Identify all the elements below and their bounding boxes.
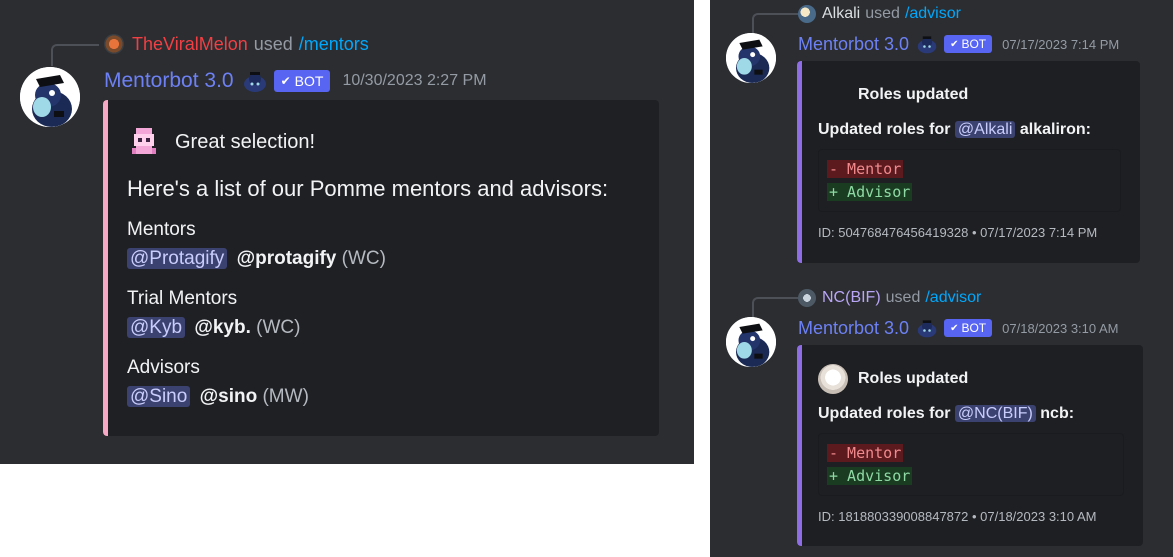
reply-username[interactable]: NC(BIF)	[822, 289, 881, 307]
embed-author: Great selection!	[128, 126, 315, 158]
desc-username: alkaliron:	[1019, 121, 1091, 138]
message-timestamp[interactable]: 10/30/2023 2:27 PM	[342, 72, 486, 90]
embed-color-bar	[797, 345, 802, 546]
bot-emoji-icon	[242, 69, 268, 93]
author-avatar-icon	[818, 364, 848, 394]
reply-used-text: used	[865, 5, 900, 22]
embed-footer: ID: 504768476456419328 • 07/17/2023 7:14…	[818, 225, 1098, 240]
bot-tag-badge: ✔ BOT	[273, 70, 331, 92]
diff-removed-line: - Mentor	[827, 160, 904, 178]
section-row-trial-mentors: @Kyb @kyb. (WC)	[127, 317, 300, 339]
bot-name[interactable]: Mentorbot 3.0	[798, 318, 909, 339]
bot-tag-label: BOT	[294, 73, 324, 89]
command-reply-line[interactable]: Alkali used /advisor	[798, 4, 961, 24]
embed-description: Updated roles for @NC(BIF) ncb:	[818, 405, 1074, 423]
bot-tag-badge: ✔ BOT	[944, 35, 993, 53]
embed-author-text: Roles updated	[858, 86, 969, 103]
command-reply-line[interactable]: NC(BIF) used /advisor	[798, 288, 981, 308]
embed-title: Here's a list of our Pomme mentors and a…	[127, 176, 609, 201]
embed-author-text: Great selection!	[175, 130, 316, 153]
message-timestamp[interactable]: 07/17/2023 7:14 PM	[1002, 37, 1119, 52]
username-protagify: @protagify	[236, 248, 337, 269]
embed-color-bar	[797, 61, 802, 263]
desc-username: ncb:	[1040, 405, 1075, 422]
desc-prefix: Updated roles for	[818, 121, 951, 138]
diff-added-line: + Advisor	[827, 183, 913, 201]
reply-used-text: used	[885, 289, 921, 306]
note-protagify: (WC)	[341, 248, 386, 269]
username-kyb: @kyb.	[194, 317, 251, 338]
embed-description: Updated roles for @Alkali alkaliron:	[818, 121, 1091, 139]
bot-tag-badge: ✔ BOT	[944, 319, 993, 337]
section-row-mentors: @Protagify @protagify (WC)	[127, 248, 386, 270]
reply-spine	[51, 44, 99, 66]
left-message-panel: TheViralMelon used /mentors Mentorbot 3.…	[0, 0, 694, 464]
reply-username[interactable]: TheViralMelon	[132, 34, 248, 55]
check-icon: ✔	[950, 322, 959, 334]
bot-tag-label: BOT	[961, 321, 987, 335]
mention-kyb[interactable]: @Kyb	[127, 317, 186, 338]
roles-embed: Roles updated Updated roles for @Alkali …	[797, 61, 1140, 263]
mentors-embed: Great selection! Here's a list of our Po…	[103, 100, 659, 436]
message-timestamp[interactable]: 07/18/2023 3:10 AM	[1002, 321, 1118, 336]
bot-emoji-icon	[916, 317, 938, 339]
diff-added-line: + Advisor	[827, 467, 913, 485]
bot-emoji-icon	[916, 33, 938, 55]
reply-user-avatar-icon[interactable]	[104, 34, 124, 54]
embed-footer: ID: 181880339008847872 • 07/18/2023 3:10…	[818, 509, 1097, 524]
bot-name[interactable]: Mentorbot 3.0	[798, 34, 909, 55]
command-reply-line[interactable]: TheViralMelon used /mentors	[104, 33, 369, 55]
bot-name[interactable]: Mentorbot 3.0	[104, 69, 234, 93]
desc-prefix: Updated roles for	[818, 405, 951, 422]
reply-spine	[752, 13, 798, 33]
bot-avatar-icon	[726, 33, 776, 83]
embed-author: Roles updated	[818, 364, 968, 394]
mention-nc-bif[interactable]: @NC(BIF)	[954, 405, 1036, 422]
diff-codeblock: - Mentor + Advisor	[818, 149, 1121, 212]
section-heading-advisors: Advisors	[127, 357, 200, 378]
check-icon: ✔	[280, 74, 291, 88]
reply-command[interactable]: /advisor	[925, 289, 981, 307]
section-heading-trial-mentors: Trial Mentors	[127, 288, 238, 309]
bot-avatar-icon	[726, 317, 776, 367]
note-sino: (MW)	[262, 386, 309, 407]
reply-user-avatar-icon[interactable]	[798, 289, 816, 307]
reply-command[interactable]: /mentors	[299, 34, 369, 55]
pixel-character-icon	[128, 126, 160, 158]
bot-tag-label: BOT	[961, 37, 987, 51]
bot-avatar-icon	[20, 67, 80, 127]
message-header: Mentorbot 3.0 ✔ BOT 07/17/2023 7:14 PM	[798, 32, 1119, 56]
roles-embed: Roles updated Updated roles for @NC(BIF)…	[797, 345, 1143, 546]
reply-spine	[752, 297, 798, 317]
bot-avatar[interactable]	[20, 67, 80, 127]
reply-user-avatar-icon[interactable]	[798, 5, 816, 23]
message-header: Mentorbot 3.0 ✔ BOT 07/18/2023 3:10 AM	[798, 316, 1119, 340]
embed-color-bar	[103, 100, 108, 436]
mention-alkali[interactable]: @Alkali	[954, 121, 1016, 138]
message-header: Mentorbot 3.0 ✔ BOT 10/30/2023 2:27 PM	[104, 68, 487, 94]
mention-sino[interactable]: @Sino	[127, 386, 191, 407]
reply-username[interactable]: Alkali	[822, 5, 860, 23]
reply-command[interactable]: /advisor	[905, 5, 961, 23]
diff-removed-line: - Mentor	[827, 444, 904, 462]
section-row-advisors: @Sino @sino (MW)	[127, 386, 309, 408]
embed-author-text: Roles updated	[858, 370, 969, 387]
reply-used-text: used	[253, 33, 293, 54]
bot-avatar[interactable]	[726, 317, 776, 367]
bot-avatar[interactable]	[726, 33, 776, 83]
mention-protagify[interactable]: @Protagify	[127, 248, 228, 269]
section-heading-mentors: Mentors	[127, 219, 196, 240]
username-sino: @sino	[199, 386, 258, 407]
note-kyb: (WC)	[256, 317, 301, 338]
check-icon: ✔	[950, 38, 959, 50]
diff-codeblock: - Mentor + Advisor	[818, 433, 1124, 496]
right-message-panel: Alkali used /advisor Mentorbot 3.0 ✔ BOT…	[710, 0, 1173, 557]
